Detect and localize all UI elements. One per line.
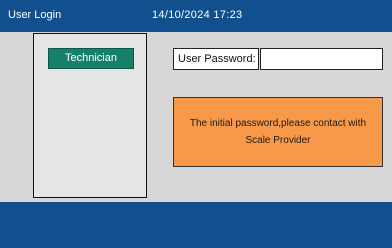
user-password-label: User Password:: [173, 48, 259, 70]
title-bar: User Login 14/10/2024 17:23: [0, 0, 392, 32]
password-input[interactable]: [260, 48, 383, 70]
page-title: User Login: [8, 9, 62, 21]
user-item-technician[interactable]: Technician: [48, 48, 134, 69]
bottom-bar: [0, 202, 392, 248]
password-notice: The initial password,please contact with…: [173, 97, 383, 167]
date-time-display: 14/10/2024 17:23: [152, 9, 243, 21]
notice-line-1: The initial password,please contact with: [189, 118, 367, 129]
notice-line-2: Scale Provider: [245, 135, 311, 146]
user-list-panel: Technician: [33, 33, 147, 198]
login-content-area: Technician User Password: The initial pa…: [0, 32, 392, 202]
